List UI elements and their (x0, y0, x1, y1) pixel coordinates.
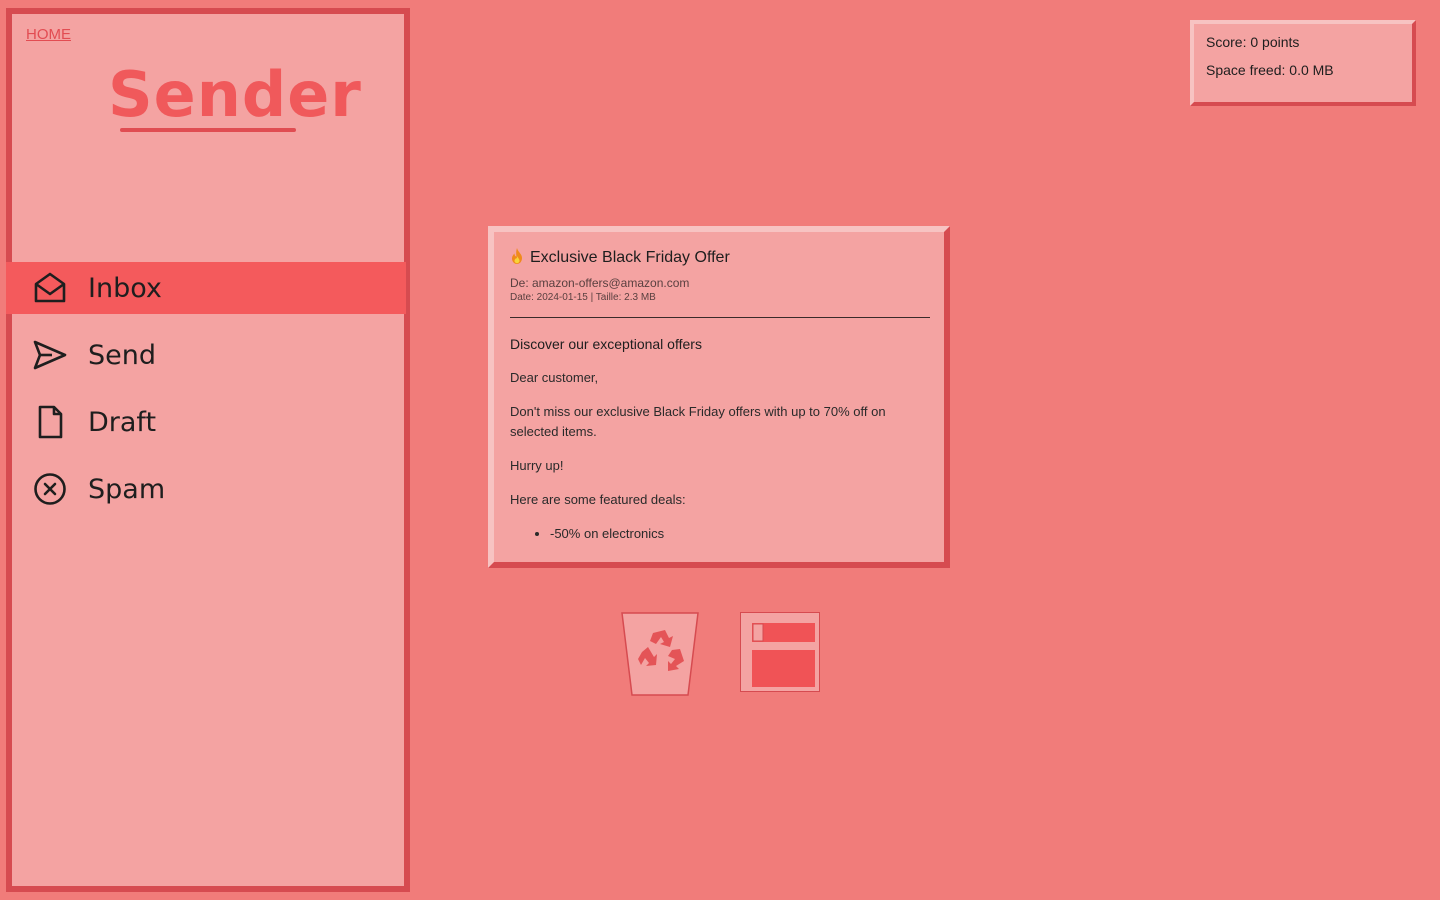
envelope-open-icon (32, 270, 68, 306)
email-deals-list: -50% on electronics (510, 524, 910, 544)
delete-button[interactable] (620, 612, 700, 696)
sidebar-item-inbox[interactable]: Inbox (6, 262, 406, 314)
email-meta: Date: 2024-01-15 | Taille: 2.3 MB (510, 292, 656, 303)
email-subject: Exclusive Black Friday Offer (530, 249, 730, 266)
email-urgency: Hurry up! (510, 458, 564, 473)
email-sender: De: amazon-offers@amazon.com (510, 276, 690, 290)
score-value: 0 points (1250, 34, 1300, 50)
space-freed-value: 0.0 MB (1289, 62, 1334, 78)
email-divider (510, 317, 930, 318)
home-link[interactable]: HOME (26, 26, 71, 43)
sidebar-item-spam[interactable]: Spam (6, 463, 406, 515)
email-greeting: Dear customer, (510, 370, 599, 385)
logo-underline (120, 128, 296, 132)
archive-icon (752, 623, 815, 687)
sidebar-item-label: Spam (88, 473, 166, 505)
score-panel: Score: 0 points Space freed: 0.0 MB (1190, 20, 1416, 106)
sidebar: HOME Sender Inbox Send Draft Spam (6, 8, 410, 892)
paper-plane-icon (32, 337, 68, 373)
list-item: -50% on electronics (550, 524, 910, 544)
email-card[interactable]: Exclusive Black Friday Offer De: amazon-… (488, 226, 950, 568)
sidebar-item-label: Draft (88, 406, 157, 438)
circle-x-icon (32, 471, 68, 507)
archive-button[interactable] (740, 612, 820, 692)
space-freed-label: Space freed: (1206, 62, 1286, 78)
score-label: Score: (1206, 34, 1247, 50)
sidebar-item-send[interactable]: Send (6, 329, 406, 381)
score-row: Score: 0 points (1206, 34, 1412, 50)
sidebar-item-label: Inbox (88, 272, 162, 304)
space-freed-row: Space freed: 0.0 MB (1206, 62, 1412, 78)
email-body: Discover our exceptional offers Dear cus… (510, 334, 910, 544)
sidebar-item-label: Send (88, 339, 157, 371)
sidebar-item-draft[interactable]: Draft (6, 396, 406, 448)
document-icon (32, 404, 68, 440)
sidebar-nav: Inbox Send Draft Spam (6, 262, 406, 530)
app-logo: Sender (108, 58, 362, 131)
email-heading: Discover our exceptional offers (510, 336, 702, 352)
email-paragraph: Don't miss our exclusive Black Friday of… (510, 404, 886, 439)
email-deals-intro: Here are some featured deals: (510, 492, 686, 507)
email-subject-row: Exclusive Black Friday Offer (510, 248, 928, 268)
recycle-bin-icon (621, 612, 699, 696)
fire-icon (510, 248, 524, 268)
